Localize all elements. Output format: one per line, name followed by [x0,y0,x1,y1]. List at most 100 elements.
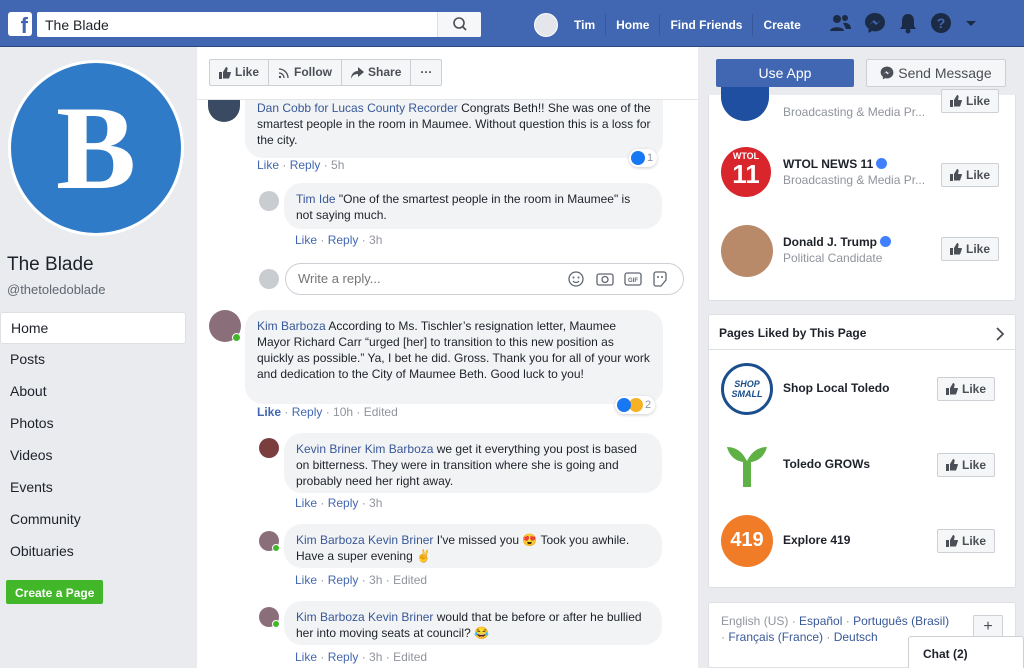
language-link-spanish[interactable]: Español [799,614,842,628]
reaction-count-badge[interactable]: 2 [615,396,656,414]
like-page-button[interactable]: Like [941,89,1000,113]
reaction-count-badge[interactable]: 1 [629,149,658,167]
page-logo[interactable] [721,87,769,121]
comment-author-link[interactable]: Kim Barboza [296,533,365,547]
comment-reply-link[interactable]: Reply [328,496,359,510]
create-link[interactable]: Create [753,14,810,36]
more-options-button[interactable]: ··· [411,60,441,85]
comment-author-link[interactable]: Kim Barboza [296,610,365,624]
comment-reply-link[interactable]: Reply [290,158,321,172]
sidebar-item-home[interactable]: Home [0,312,186,344]
comment-author-link[interactable]: Kevin Briner [296,442,361,456]
language-link-german[interactable]: Deutsch [834,630,878,644]
comment-time[interactable]: 3h [369,650,382,664]
left-sidebar: B The Blade @thetoledoblade Home Posts A… [0,47,197,668]
share-page-button[interactable]: Share [342,60,412,85]
sidebar-item-about[interactable]: About [0,376,186,408]
like-page-button[interactable]: Like [937,377,996,401]
language-link-portuguese[interactable]: Português (Brasil) [853,614,949,628]
chat-tab[interactable]: Chat (2) [908,636,1024,668]
pages-liked-title[interactable]: Pages Liked by This Page [719,326,866,340]
sticker-icon[interactable] [652,271,668,287]
page-name[interactable]: Explore 419 [783,533,850,547]
language-link-french[interactable]: Français (France) [728,630,823,644]
shop-small-logo[interactable]: SHOP SMALL [721,363,773,415]
sidebar-item-community[interactable]: Community [0,504,186,536]
comment-time[interactable]: 5h [331,158,344,172]
toledo-grows-logo[interactable] [721,439,773,491]
comment-author-link[interactable]: Dan Cobb for Lucas County Recorder [257,101,458,115]
page-name-text[interactable]: WTOL NEWS 11 [783,157,873,171]
commenter-avatar[interactable] [259,191,279,211]
comment-reply-link[interactable]: Reply [292,405,323,419]
comment-reply-link[interactable]: Reply [328,650,359,664]
find-friends-link[interactable]: Find Friends [660,13,754,36]
page-name[interactable]: Shop Local Toledo [783,381,889,395]
like-page-button[interactable]: Like [210,60,270,85]
home-link[interactable]: Home [606,13,661,36]
create-page-button[interactable]: Create a Page [6,580,104,604]
facebook-logo-icon[interactable]: f [8,12,32,38]
comment-time[interactable]: 10h [333,405,353,419]
comment-edited[interactable]: Edited [393,573,427,587]
comment-time[interactable]: 3h [369,496,382,510]
sidebar-item-events[interactable]: Events [0,472,186,504]
comment-edited[interactable]: Edited [364,405,398,419]
like-page-button[interactable]: Like [937,529,996,553]
avatar[interactable] [534,12,558,37]
explore-419-logo[interactable]: 419 [721,515,773,567]
comment-edited[interactable]: Edited [393,650,427,664]
messenger-icon[interactable] [864,12,886,34]
camera-icon[interactable] [596,271,614,287]
comment-author-link[interactable]: Kim Barboza [257,319,326,333]
page-name[interactable]: WTOL NEWS 11 [783,157,888,171]
comment-reply-link[interactable]: Reply [328,233,359,247]
emoji-icon[interactable] [568,271,584,287]
comment-like-link[interactable]: Like [257,405,281,419]
search-input[interactable] [37,12,437,37]
comment-like-link[interactable]: Like [295,650,317,664]
chevron-right-icon[interactable] [995,327,1005,341]
page-logo[interactable] [721,225,773,277]
gif-icon[interactable]: GIF [624,271,642,287]
friend-requests-icon[interactable] [828,12,852,34]
like-page-button[interactable]: Like [937,453,996,477]
help-icon[interactable]: ? [930,12,952,34]
page-name[interactable]: Toledo GROWs [783,457,870,471]
sidebar-item-obituaries[interactable]: Obituaries [0,536,186,568]
use-app-button[interactable]: Use App [716,59,854,87]
write-reply-input[interactable] [298,271,538,286]
follow-page-button[interactable]: Follow [269,60,343,85]
account-menu-chevron-down-icon[interactable] [964,12,978,34]
sidebar-item-videos[interactable]: Videos [0,440,186,472]
commenter-avatar[interactable] [208,98,240,122]
comment-mention-link[interactable]: Kim Barboza [365,442,434,456]
profile-link[interactable]: Tim [564,13,607,36]
comment-time[interactable]: 3h [369,573,382,587]
like-page-button[interactable]: Like [941,163,1000,187]
send-message-button[interactable]: Send Message [866,59,1006,87]
search-button[interactable] [437,12,481,37]
comment-like-link[interactable]: Like [295,233,317,247]
comment-time[interactable]: 3h [369,233,382,247]
commenter-avatar[interactable] [259,438,279,458]
comment-mention-link[interactable]: Kevin Briner [368,610,433,624]
page-handle[interactable]: @thetoledoblade [7,282,106,297]
page-title[interactable]: The Blade [7,254,94,276]
comment-author-link[interactable]: Tim Ide [296,192,336,206]
page-action-buttons: Like Follow Share ··· [209,59,443,86]
shop-small-text: SHOP SMALL [731,379,763,399]
sidebar-item-posts[interactable]: Posts [0,344,186,376]
sidebar-item-photos[interactable]: Photos [0,408,186,440]
page-name-text[interactable]: Donald J. Trump [783,235,877,249]
comment-like-link[interactable]: Like [295,573,317,587]
comment-reply-link[interactable]: Reply [328,573,359,587]
wtol-logo[interactable]: WTOL 11 [721,147,771,197]
page-profile-picture[interactable]: B [8,60,184,236]
comment-like-link[interactable]: Like [257,158,279,172]
like-page-button[interactable]: Like [941,237,1000,261]
notifications-icon[interactable] [898,12,918,34]
comment-mention-link[interactable]: Kevin Briner [368,533,433,547]
page-name[interactable]: Donald J. Trump [783,235,892,249]
comment-like-link[interactable]: Like [295,496,317,510]
